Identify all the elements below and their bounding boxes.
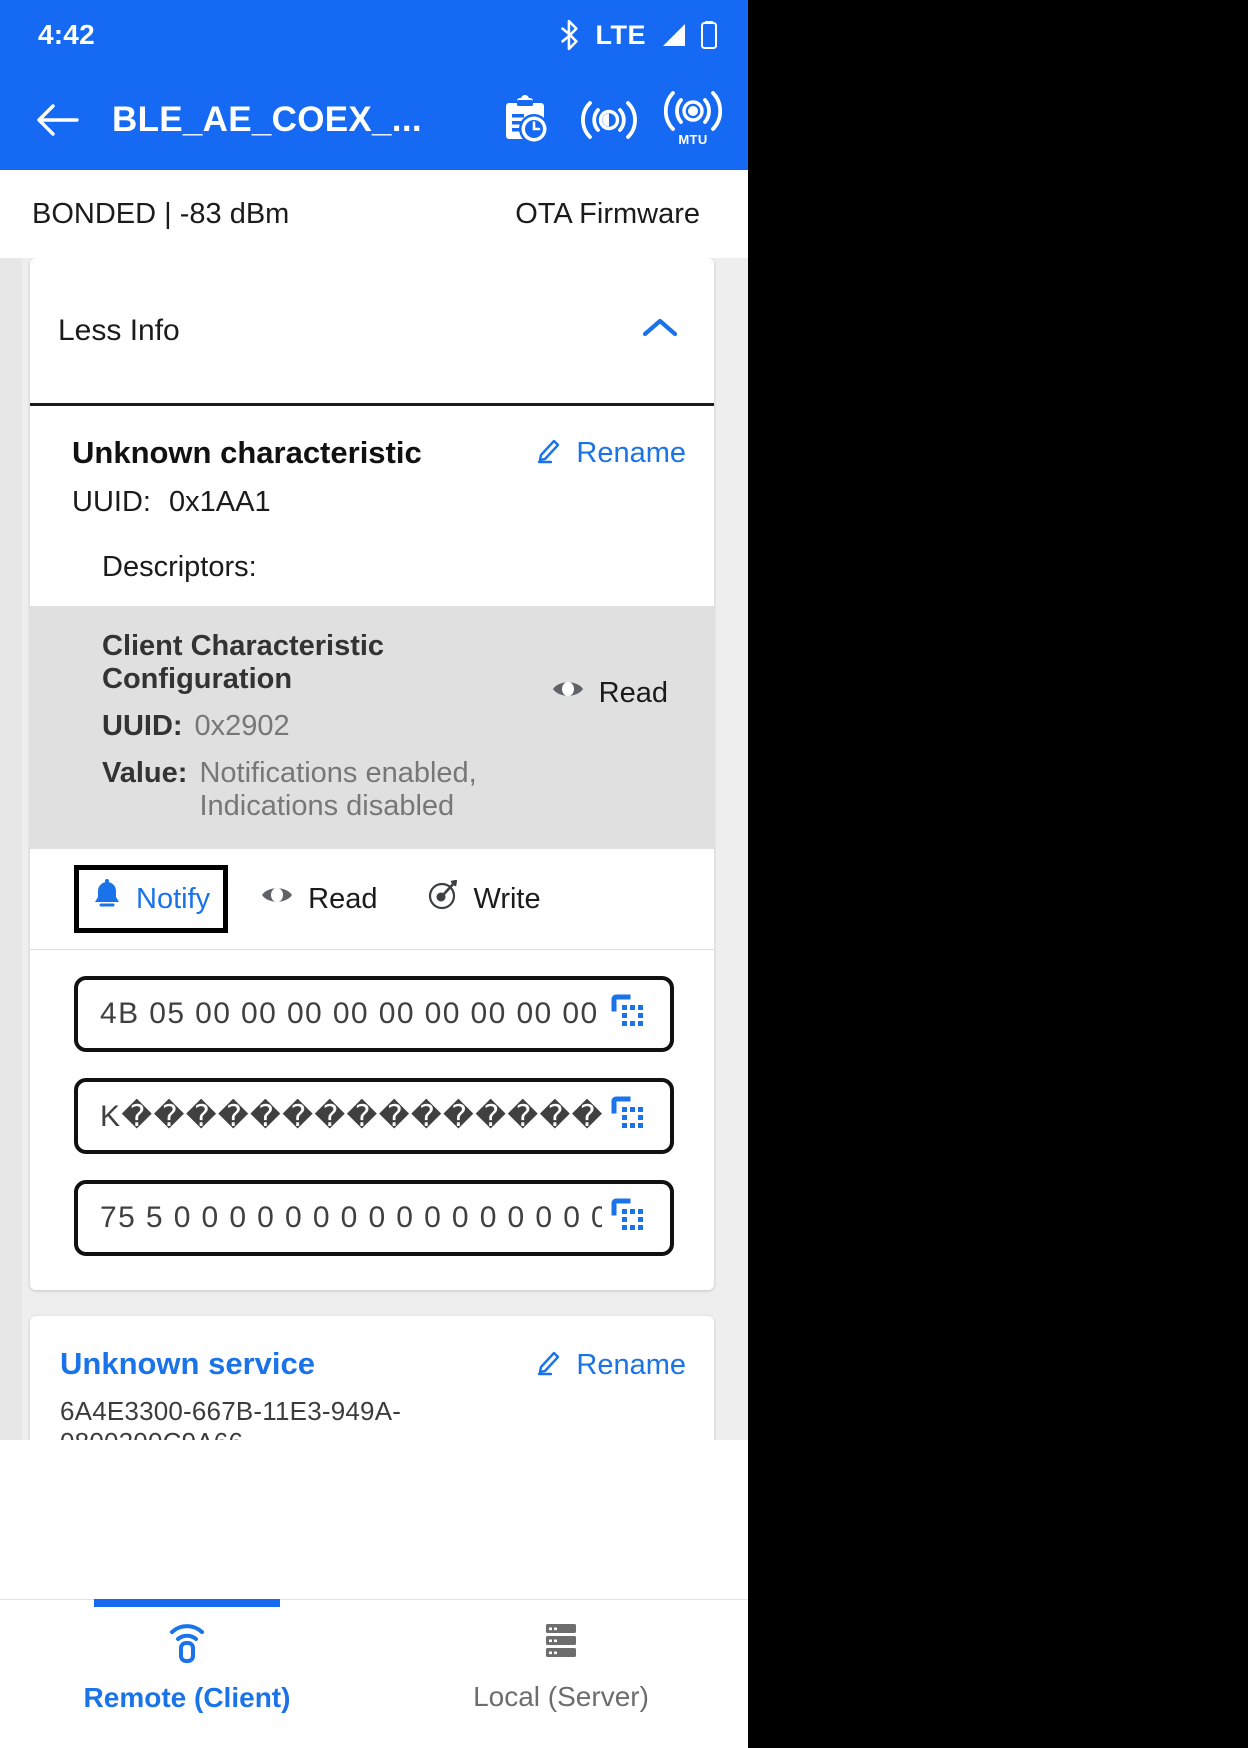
value-text: 75 5 0 0 0 0 0 0 0 0 0 0 0 0 0 0 0 0 0 0…	[100, 1201, 602, 1234]
service-uuid: 6A4E3300-667B-11E3-949A-0800200C9A66	[60, 1396, 402, 1440]
remote-client-icon	[166, 1617, 208, 1668]
descriptor-value-line2: Indications disabled	[199, 790, 455, 822]
nav-local-server[interactable]: Local (Server)	[374, 1600, 748, 1730]
write-icon	[427, 879, 459, 919]
status-icon-group: LTE	[557, 19, 719, 51]
notify-label: Notify	[136, 882, 211, 915]
read-button[interactable]: Read	[242, 868, 396, 930]
signal-icon	[659, 22, 687, 48]
nav-local-server-label: Local (Server)	[473, 1680, 649, 1712]
less-info-header[interactable]: Less Info	[30, 258, 714, 406]
app-bar-actions: MTU	[494, 89, 724, 151]
descriptor-value-key: Value:	[102, 757, 188, 789]
scrollbar[interactable]	[0, 258, 22, 1440]
ota-firmware-button[interactable]: OTA Firmware	[515, 198, 700, 231]
rename-characteristic-label: Rename	[576, 436, 686, 469]
value-list: 4B 05 00 00 00 00 00 00 00 00 00 00 00	[30, 950, 714, 1290]
bond-state-text: BONDED | -83 dBm	[32, 197, 290, 230]
less-info-label: Less Info	[58, 313, 180, 347]
status-time: 4:42	[38, 19, 95, 50]
log-clipboard-icon[interactable]	[494, 89, 556, 151]
content-scroll-area[interactable]: Less Info Unknown characteristic Rename …	[0, 258, 748, 1440]
nav-remote-client[interactable]: Remote (Client)	[0, 1599, 374, 1730]
connection-status-row: BONDED | -83 dBm OTA Firmware	[0, 170, 748, 258]
copy-icon[interactable]	[610, 993, 652, 1035]
descriptor-title: Client Characteristic Configuration	[102, 630, 385, 695]
descriptor-value-line1: Notifications enabled,	[199, 757, 477, 789]
characteristic-header: Unknown characteristic Rename UUID: 0x1A…	[30, 406, 714, 606]
chevron-up-icon[interactable]	[640, 315, 680, 346]
status-bar: 4:42 LTE	[0, 0, 748, 70]
nav-active-indicator	[94, 1599, 280, 1607]
write-button[interactable]: Write	[409, 865, 559, 933]
app-bar: BLE_AE_COEX_... MTU	[0, 70, 748, 170]
characteristic-card: Less Info Unknown characteristic Rename …	[30, 258, 714, 1290]
phone-screen: 4:42 LTE BLE_AE_COEX_... MTU BONDED | -8…	[0, 0, 748, 1748]
read-label: Read	[308, 882, 378, 915]
eye-icon	[260, 882, 294, 916]
gesture-bar-area	[0, 1730, 748, 1748]
descriptor-uuid-row: UUID: 0x2902	[102, 710, 551, 743]
characteristic-name: Unknown characteristic	[72, 435, 422, 470]
value-field[interactable]: 4B 05 00 00 00 00 00 00 00 00 00 00 00	[74, 976, 674, 1052]
rename-service-button[interactable]: Rename	[534, 1346, 686, 1384]
copy-icon[interactable]	[610, 1095, 652, 1137]
service-name[interactable]: Unknown service	[60, 1346, 534, 1382]
mtu-icon[interactable]: MTU	[662, 89, 724, 151]
descriptors-label: Descriptors:	[102, 551, 257, 583]
write-label: Write	[473, 882, 541, 915]
descriptor-panel: Client Characteristic Configuration UUID…	[30, 606, 714, 849]
value-text: 4B 05 00 00 00 00 00 00 00 00 00 00 00	[100, 997, 602, 1030]
characteristic-uuid-row: UUID: 0x1AA1	[72, 486, 686, 519]
descriptor-read-label: Read	[598, 676, 668, 709]
pencil-icon	[534, 1346, 564, 1384]
mtu-label: MTU	[678, 132, 708, 147]
service-card: Unknown service 6A4E3300-667B-11E3-949A-…	[30, 1316, 714, 1440]
bottom-navigation: Remote (Client) Local (Server)	[0, 1599, 748, 1730]
value-text: K�����������������	[100, 1099, 602, 1133]
value-field[interactable]: 75 5 0 0 0 0 0 0 0 0 0 0 0 0 0 0 0 0 0 0…	[74, 1180, 674, 1256]
broadcast-icon[interactable]	[578, 89, 640, 151]
nav-remote-client-label: Remote (Client)	[83, 1681, 291, 1713]
copy-icon[interactable]	[610, 1197, 652, 1239]
scrollbar-thumb[interactable]	[0, 258, 22, 1440]
descriptor-value-row: Value: Notifications enabled, Indication…	[102, 757, 551, 823]
rename-service-label: Rename	[576, 1348, 686, 1381]
lte-label: LTE	[595, 19, 646, 50]
local-server-icon	[539, 1618, 583, 1667]
value-field[interactable]: K�����������������	[74, 1078, 674, 1154]
descriptor-uuid-key: UUID:	[102, 710, 183, 742]
bell-icon	[92, 879, 122, 919]
descriptor-read-button[interactable]: Read	[551, 676, 668, 710]
service-header: Unknown service 6A4E3300-667B-11E3-949A-…	[30, 1316, 714, 1440]
card-stack: Less Info Unknown characteristic Rename …	[30, 258, 714, 1440]
bluetooth-icon	[557, 19, 583, 51]
back-arrow-icon[interactable]	[30, 93, 84, 147]
notify-button[interactable]: Notify	[74, 865, 229, 933]
characteristic-actions: Notify Read Write	[30, 849, 714, 950]
rename-characteristic-button[interactable]: Rename	[534, 434, 686, 472]
app-bar-title: BLE_AE_COEX_...	[112, 100, 422, 139]
pencil-icon	[534, 434, 564, 472]
descriptor-uuid-value: 0x2902	[194, 710, 290, 742]
eye-icon	[551, 676, 585, 710]
characteristic-uuid-value: 0x1AA1	[169, 486, 271, 518]
characteristic-uuid-key: UUID:	[72, 486, 151, 518]
battery-icon	[700, 20, 718, 50]
